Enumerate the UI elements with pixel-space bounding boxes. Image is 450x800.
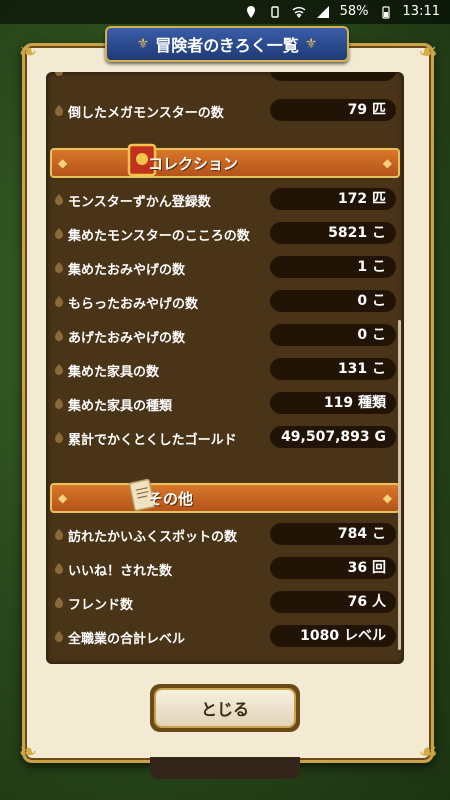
record-label: 集めたおみやげの数 [68,263,186,278]
bullet-icon [53,261,65,273]
record-value: 5821 こ [270,222,396,244]
bullet-icon [53,329,65,341]
bullet-icon [53,227,65,239]
list-item-cutoff [46,72,404,88]
status-icons: 58% 13:11 [244,4,440,19]
corner-ornament-icon: ☙ [418,40,438,65]
bullet-icon [53,363,65,375]
wifi-icon [292,5,306,19]
record-label: 集めたモンスターのこころの数 [68,229,250,244]
record-value: 784 こ [270,523,396,545]
bullet-icon [53,193,65,205]
list-item: フレンド数 76 人 [46,586,404,620]
value-box [270,72,396,81]
ornament-icon: ◆ [58,156,68,170]
scrollbar[interactable] [398,320,401,650]
record-value: 0 こ [270,324,396,346]
record-value: 79 匹 [270,99,396,121]
record-value: 0 こ [270,290,396,312]
list-item: 集めたおみやげの数 1 こ [46,251,404,285]
list-item: 累計でかくとくしたゴールド 49,507,893 G [46,421,404,455]
record-label: 訪れたかいふくスポットの数 [68,530,238,545]
battery-icon [379,5,393,19]
record-value: 49,507,893 G [270,426,396,448]
section-title: その他 [148,490,194,508]
dialog-title: ⚜ 冒険者のきろく一覧 ⚜ [105,26,349,62]
corner-ornament-icon: ❧ [18,40,38,65]
frame-bottom-tab [150,757,300,779]
bullet-icon [53,431,65,443]
bullet-icon [53,295,65,307]
list-item: あげたおみやげの数 0 こ [46,319,404,353]
bullet-icon [53,528,65,540]
record-value: 119 種類 [270,392,396,414]
bullet-icon [53,630,65,642]
ornament-icon: ◆ [382,491,392,505]
record-value: 172 匹 [270,188,396,210]
section-header-other: ◆ その他 ◆ [50,478,400,513]
section-title: コレクション [148,155,239,173]
list-item: 集めた家具の数 131 こ [46,353,404,387]
record-label: 全職業の合計レベル [68,632,186,647]
bullet-icon [53,562,65,574]
record-value: 76 人 [270,591,396,613]
vibrate-icon [268,5,282,19]
bullet-icon [53,72,65,76]
ornament-icon: ◆ [58,491,68,505]
record-label: 倒したメガモンスターの数 [68,106,224,121]
list-item: 全職業の合計レベル 1080 レベル [46,620,404,654]
record-label: 集めた家具の数 [68,365,160,380]
record-label: フレンド数 [68,598,134,613]
record-label: 集めた家具の種類 [68,399,173,414]
section-header-collection: ◆ コレクション ◆ [50,143,400,178]
list-item: もらったおみやげの数 0 こ [46,285,404,319]
record-value: 36 回 [270,557,396,579]
ornament-icon: ◆ [382,156,392,170]
list-item: 倒したメガモンスターの数 79 匹 [46,94,404,128]
records-list[interactable]: 倒したメガモンスターの数 79 匹 ◆ コレクション ◆ モンスターずかん登録数… [46,72,404,664]
record-label: モンスターずかん登録数 [68,195,211,210]
record-label: いいね！された数 [68,564,173,579]
record-value: 131 こ [270,358,396,380]
fleur-icon: ⚜ [304,36,318,52]
list-item: 集めた家具の種類 119 種類 [46,387,404,421]
record-value: 1 こ [270,256,396,278]
record-label: あげたおみやげの数 [68,331,186,346]
list-item: 集めたモンスターのこころの数 5821 こ [46,217,404,251]
list-item: 訪れたかいふくスポットの数 784 こ [46,518,404,552]
status-bar: 58% 13:11 [0,0,450,24]
corner-ornament-icon: ❧ [18,740,38,765]
location-icon [244,5,258,19]
bullet-icon [53,397,65,409]
dialog-title-text: 冒険者のきろく一覧 [155,36,299,55]
corner-ornament-icon: ☙ [418,740,438,765]
record-label: 累計でかくとくしたゴールド [68,433,237,448]
list-item: モンスターずかん登録数 172 匹 [46,183,404,217]
battery-percent: 58% [339,4,369,19]
bullet-icon [53,596,65,608]
bullet-icon [53,104,65,116]
record-value: 1080 レベル [270,625,396,647]
list-item: いいね！された数 36 回 [46,552,404,586]
record-label: もらったおみやげの数 [68,297,199,312]
fleur-icon: ⚜ [136,36,150,52]
close-button[interactable]: とじる [154,688,296,728]
signal-icon [316,5,330,19]
clock: 13:11 [402,4,440,19]
